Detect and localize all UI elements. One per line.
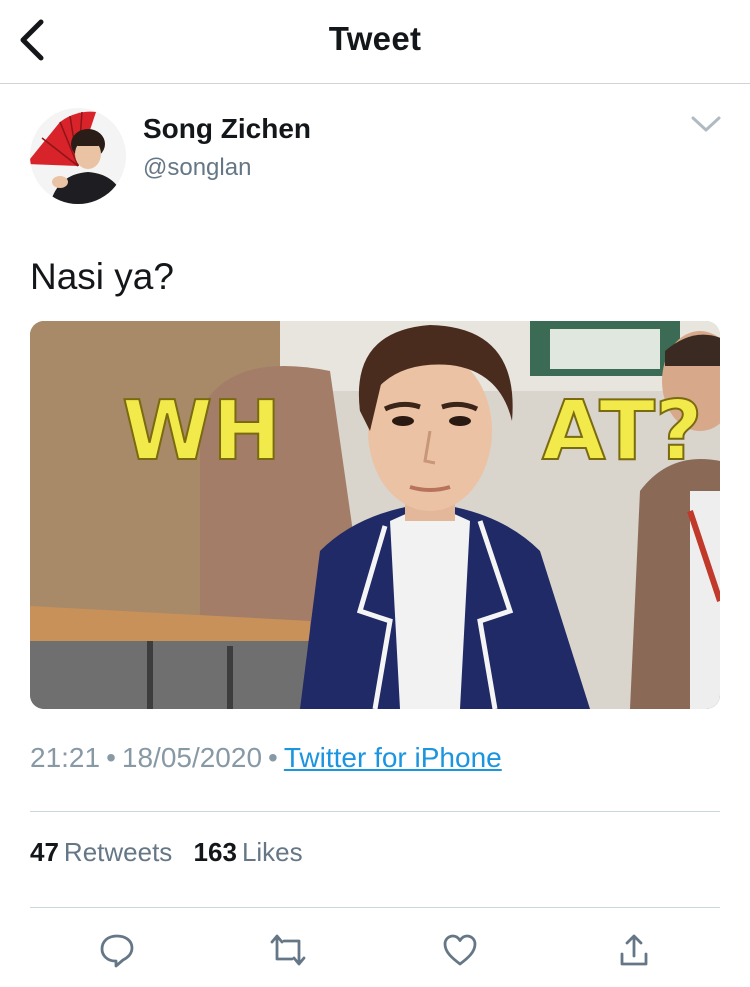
tweet-date: 18/05/2020 [121, 742, 263, 773]
share-button[interactable] [614, 930, 654, 970]
tweet-text: Nasi ya? [30, 256, 174, 297]
divider [30, 907, 720, 908]
media-text-left: WH [122, 384, 281, 479]
like-icon [443, 934, 477, 966]
retweets-count[interactable]: 47 [30, 837, 59, 867]
share-icon [620, 934, 648, 966]
media-text-right: AT? [542, 384, 703, 479]
tweet-meta: 21:21 • 18/05/2020 • Twitter for iPhone [30, 742, 502, 774]
author-handle[interactable]: @songlan [143, 154, 251, 182]
retweets-label[interactable]: Retweets [64, 837, 172, 867]
meta-separator: • [268, 742, 278, 773]
like-button[interactable] [440, 930, 480, 970]
likes-count[interactable]: 163 [194, 837, 237, 867]
meta-separator: • [106, 742, 116, 773]
more-options-button[interactable] [686, 108, 726, 140]
author-name[interactable]: Song Zichen [143, 113, 311, 145]
top-bar: Tweet [0, 0, 750, 84]
avatar-image [30, 108, 126, 204]
retweet-icon [270, 934, 306, 966]
tweet-stats: 47 Retweets 163 Likes [30, 837, 317, 868]
media-image: WH AT? [30, 321, 720, 709]
tweet-source-link[interactable]: Twitter for iPhone [284, 742, 502, 773]
divider [30, 811, 720, 812]
likes-label[interactable]: Likes [242, 837, 303, 867]
page-title: Tweet [328, 20, 422, 57]
reply-icon [100, 934, 134, 968]
retweet-button[interactable] [268, 930, 308, 970]
tweet-media[interactable]: WH AT? [30, 321, 720, 709]
reply-button[interactable] [97, 930, 137, 970]
tweet-time: 21:21 [30, 742, 101, 773]
avatar[interactable] [30, 108, 126, 204]
chevron-down-icon [691, 116, 721, 132]
